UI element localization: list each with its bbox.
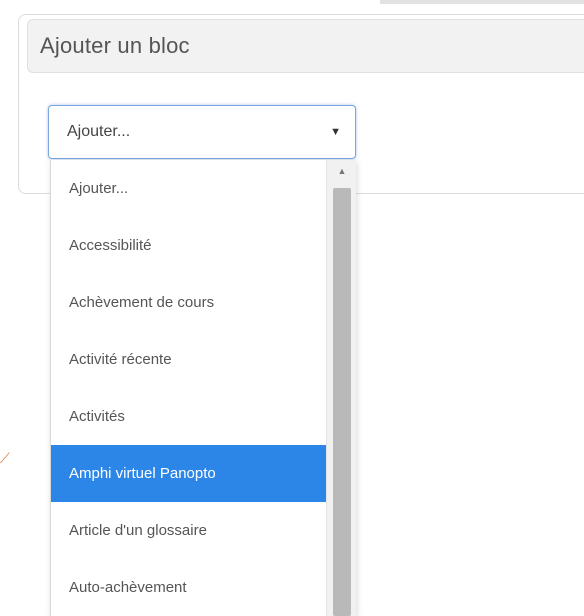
dropdown-arrow-icon[interactable]: ▼ [330,126,341,138]
scrollbar-thumb[interactable] [333,188,351,616]
dropdown-option-achevement-de-cours[interactable]: Achèvement de cours [51,274,327,331]
add-block-title: Ajouter un bloc [40,33,190,58]
dropdown-option-activite-recente[interactable]: Activité récente [51,331,327,388]
dropdown-scrollbar[interactable]: ▲ [326,160,356,616]
option-label: Auto-achèvement [69,579,187,596]
option-label: Amphi virtuel Panopto [69,465,216,482]
option-label: Activités [69,408,125,425]
dropdown-option-ajouter[interactable]: Ajouter... [51,160,327,217]
option-label: Activité récente [69,351,172,368]
dropdown-option-amphi-virtuel-panopto[interactable]: Amphi virtuel Panopto [51,445,327,502]
option-label: Article d'un glossaire [69,522,207,539]
dropdown-option-auto-achevement[interactable]: Auto-achèvement [51,559,327,616]
left-edge-mark: ⟋ [0,450,10,466]
dropdown-option-accessibilite[interactable]: Accessibilité [51,217,327,274]
add-block-select[interactable]: Ajouter... ▼ [48,105,356,159]
option-label: Accessibilité [69,237,152,254]
add-block-dropdown-list[interactable]: Ajouter... Accessibilité Achèvement de c… [50,160,356,616]
dropdown-option-activites[interactable]: Activités [51,388,327,445]
add-block-header: Ajouter un bloc [27,19,584,73]
select-current-value: Ajouter... [67,123,131,140]
option-label: Ajouter... [69,180,129,197]
option-label: Achèvement de cours [69,294,215,311]
dropdown-option-article-glossaire[interactable]: Article d'un glossaire [51,502,327,559]
top-edge-divider [380,0,584,4]
scroll-up-arrow-icon[interactable]: ▲ [327,160,356,182]
